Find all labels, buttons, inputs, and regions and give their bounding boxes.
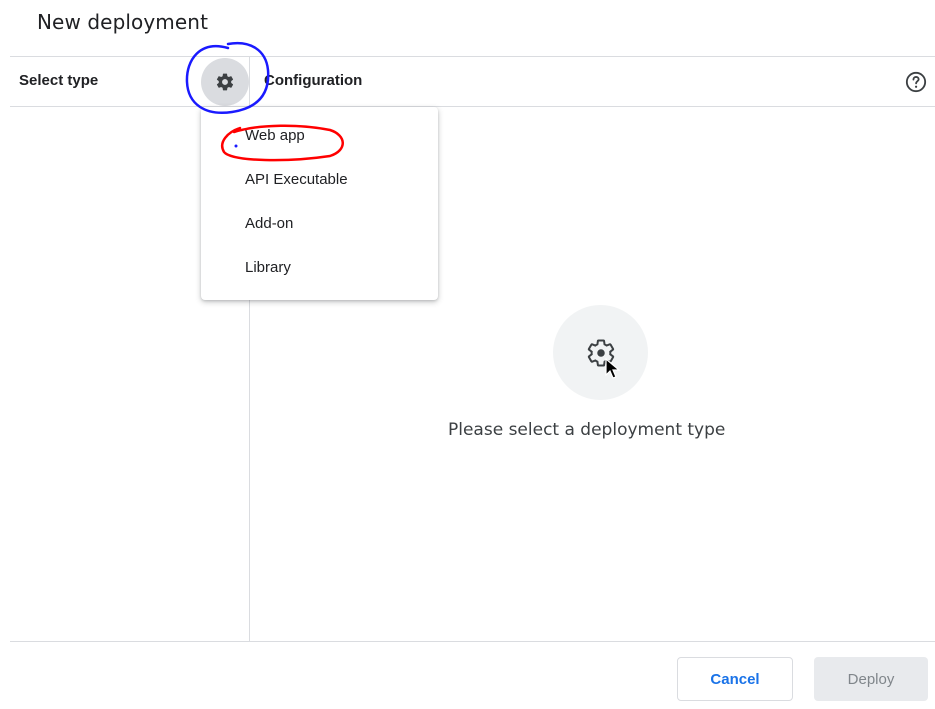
menu-item-add-on[interactable]: Add-on <box>201 202 438 246</box>
menu-item-api-executable[interactable]: API Executable <box>201 158 438 202</box>
header-bottom-divider <box>10 106 935 107</box>
deployment-type-menu: Web app API Executable Add-on Library <box>201 107 438 300</box>
gear-icon <box>216 73 234 91</box>
header-divider <box>10 56 935 57</box>
configuration-label: Configuration <box>264 72 363 89</box>
menu-item-library[interactable]: Library <box>201 246 438 290</box>
cancel-button[interactable]: Cancel <box>677 657 793 701</box>
deploy-button[interactable]: Deploy <box>814 657 928 701</box>
dialog-title: New deployment <box>37 10 209 34</box>
menu-item-web-app[interactable]: Web app <box>201 114 438 158</box>
select-type-label: Select type <box>19 72 99 89</box>
select-type-gear-button[interactable] <box>201 58 249 106</box>
footer-divider <box>10 641 935 642</box>
empty-state-message: Please select a deployment type <box>448 420 726 440</box>
empty-state-icon-circle <box>553 305 648 400</box>
mouse-cursor-icon <box>605 358 621 379</box>
help-circle-icon[interactable] <box>905 71 927 93</box>
